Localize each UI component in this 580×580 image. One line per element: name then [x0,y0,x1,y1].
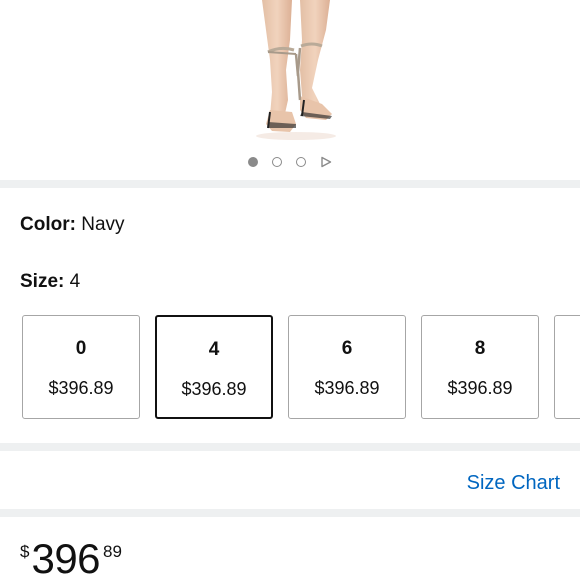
size-value: 4 [69,271,81,292]
size-option-6[interactable]: 6 $396.89 [288,315,406,419]
size-option-name: 4 [208,339,220,360]
carousel-dot-1[interactable] [248,157,258,167]
carousel-dot-2[interactable] [272,157,282,167]
product-price: $ 396 89 [20,535,122,580]
price-currency-symbol: $ [20,542,30,561]
product-page: Color: Navy Size: 4 0 $396.89 4 $396.89 … [0,0,580,580]
play-icon[interactable] [320,156,332,168]
price-fraction: 89 [103,542,122,561]
size-option-name: 6 [341,338,353,359]
size-option-partial[interactable] [554,315,580,419]
color-selection: Color: Navy [20,214,125,236]
size-option-price: $396.89 [181,379,247,399]
size-options: 0 $396.89 4 $396.89 6 $396.89 8 $396.89 [22,315,580,419]
size-option-price: $396.89 [314,378,380,398]
size-selection: Size: 4 [20,271,80,293]
color-value: Navy [81,214,125,235]
size-option-price: $396.89 [447,378,513,398]
size-option-name: 0 [75,338,87,359]
color-label: Color: [20,214,76,235]
section-divider [0,509,580,517]
size-option-8[interactable]: 8 $396.89 [421,315,539,419]
image-carousel-indicator [0,154,580,170]
size-label: Size: [20,271,65,292]
size-option-4[interactable]: 4 $396.89 [155,315,273,419]
size-chart-link[interactable]: Size Chart [467,472,560,495]
section-divider [0,180,580,188]
size-option-0[interactable]: 0 $396.89 [22,315,140,419]
size-option-name: 8 [474,338,486,359]
carousel-dot-3[interactable] [296,157,306,167]
product-image[interactable] [0,0,580,148]
sandal-photo [256,0,336,140]
price-whole: 396 [31,535,101,580]
size-option-price: $396.89 [48,378,114,398]
section-divider [0,443,580,451]
